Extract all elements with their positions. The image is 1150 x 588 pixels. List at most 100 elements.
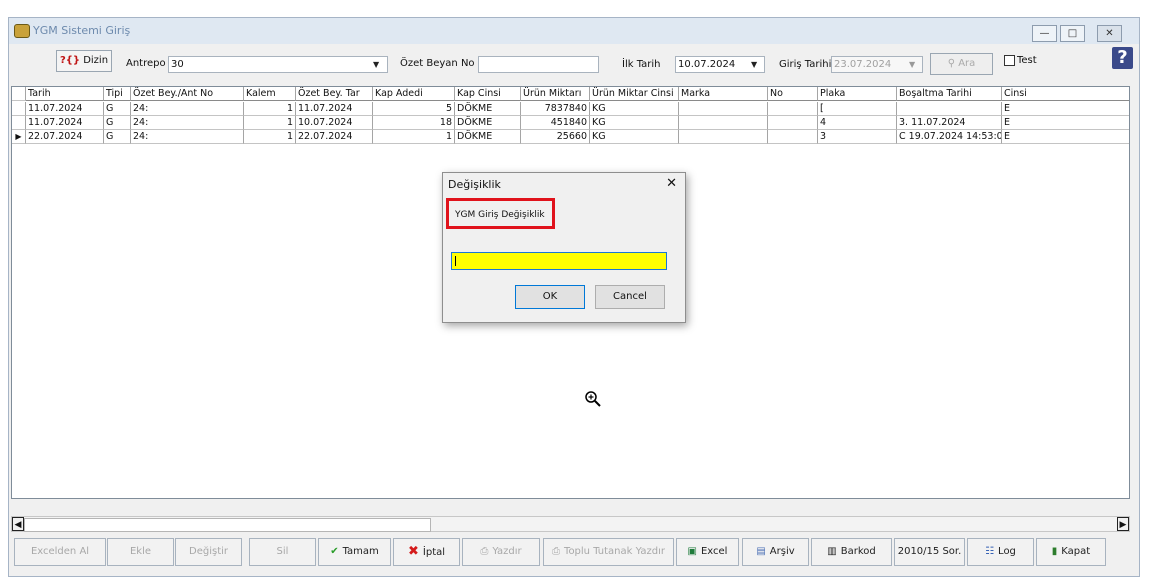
- table-cell[interactable]: 5: [373, 102, 455, 116]
- column-header[interactable]: Kap Adedi: [373, 87, 455, 101]
- ilk-tarih-dropdown-icon[interactable]: ▼: [751, 60, 757, 69]
- ozet-beyan-input[interactable]: [478, 56, 599, 73]
- table-cell[interactable]: 3. 11.07.2024: [897, 116, 1002, 130]
- help-icon[interactable]: ?: [1112, 47, 1133, 69]
- table-cell[interactable]: 10.07.2024: [296, 116, 373, 130]
- table-cell[interactable]: [768, 116, 818, 130]
- column-header[interactable]: No: [768, 87, 818, 101]
- row-indicator[interactable]: ▶: [12, 130, 26, 144]
- test-checkbox[interactable]: [1004, 55, 1015, 66]
- table-row[interactable]: ▶ 22.07.2024 G 24: 1 22.07.2024 1 DÖKME 25660 KG 3…: [12, 130, 1129, 144]
- table-cell[interactable]: 25660: [521, 130, 590, 144]
- table-cell[interactable]: [897, 102, 1002, 116]
- table-cell[interactable]: G: [104, 116, 131, 130]
- table-cell[interactable]: G: [104, 102, 131, 116]
- log-button[interactable]: ☷ Log: [967, 538, 1034, 566]
- dizin-button[interactable]: ?{} Dizin: [56, 50, 112, 72]
- tamam-button[interactable]: ✔ Tamam: [318, 538, 391, 566]
- ozet-beyan-label: Özet Beyan No: [400, 58, 475, 69]
- checkmark-icon: ✔: [330, 546, 339, 557]
- scroll-thumb[interactable]: [24, 518, 431, 532]
- ekle-button[interactable]: Ekle: [107, 538, 174, 566]
- sil-button[interactable]: Sil: [249, 538, 316, 566]
- grid-header-row: Tarih Tipi Özet Bey./Ant No Kalem Özet Bey. …: [12, 87, 1129, 101]
- table-cell[interactable]: 11.07.2024: [296, 102, 373, 116]
- table-cell[interactable]: 22.07.2024: [296, 130, 373, 144]
- column-header[interactable]: Kap Cinsi: [455, 87, 521, 101]
- table-cell[interactable]: [768, 102, 818, 116]
- table-cell[interactable]: 11.07.2024: [26, 102, 104, 116]
- table-cell[interactable]: [679, 102, 768, 116]
- table-cell[interactable]: KG: [590, 116, 679, 130]
- column-header[interactable]: Özet Bey./Ant No: [131, 87, 244, 101]
- table-cell[interactable]: C 19.07.2024 14:53:00: [897, 130, 1002, 144]
- minimize-button[interactable]: —: [1032, 25, 1057, 42]
- ok-button[interactable]: OK: [515, 285, 585, 309]
- table-cell[interactable]: DÖKME: [455, 102, 521, 116]
- table-cell[interactable]: [768, 130, 818, 144]
- excelden-al-button[interactable]: Excelden Al: [14, 538, 106, 566]
- column-header[interactable]: Cinsi: [1002, 87, 1129, 101]
- column-header[interactable]: Tarih: [26, 87, 104, 101]
- scroll-left-icon[interactable]: ◀: [12, 517, 24, 531]
- table-cell[interactable]: G: [104, 130, 131, 144]
- kapat-button[interactable]: ▮ Kapat: [1036, 538, 1106, 566]
- row-indicator[interactable]: [12, 116, 26, 130]
- table-cell[interactable]: [679, 130, 768, 144]
- column-header[interactable]: Ürün Miktarı: [521, 87, 590, 101]
- table-row[interactable]: 11.07.2024 G 24: 1 11.07.2024 5 DÖKME 7837840 KG…: [12, 102, 1129, 116]
- antrepo-dropdown-icon[interactable]: ▼: [373, 60, 379, 69]
- column-header[interactable]: Kalem: [244, 87, 296, 101]
- table-cell[interactable]: 3: [818, 130, 897, 144]
- row-indicator[interactable]: [12, 102, 26, 116]
- antrepo-select[interactable]: 30: [168, 56, 388, 73]
- maximize-button[interactable]: □: [1060, 25, 1085, 42]
- column-header[interactable]: Boşaltma Tarihi: [897, 87, 1002, 101]
- zoom-cursor-icon: [585, 391, 601, 407]
- table-cell[interactable]: 24:: [131, 130, 244, 144]
- table-row[interactable]: 11.07.2024 G 24: 1 10.07.2024 18 DÖKME 451840 KG…: [12, 116, 1129, 130]
- table-cell[interactable]: E: [1002, 130, 1129, 144]
- scroll-right-icon[interactable]: ▶: [1117, 517, 1129, 531]
- table-cell[interactable]: E: [1002, 102, 1129, 116]
- table-cell[interactable]: 451840: [521, 116, 590, 130]
- table-cell[interactable]: KG: [590, 102, 679, 116]
- degistir-button[interactable]: Değiştir: [175, 538, 242, 566]
- column-header[interactable]: Ürün Miktar Cinsi: [590, 87, 679, 101]
- column-header[interactable]: Tipi: [104, 87, 131, 101]
- table-cell[interactable]: 7837840: [521, 102, 590, 116]
- excel-button[interactable]: ▣ Excel: [676, 538, 739, 566]
- horizontal-scrollbar[interactable]: ◀ ▶: [11, 516, 1130, 532]
- barkod-button[interactable]: ▥ Barkod: [811, 538, 892, 566]
- sor-button[interactable]: 2010/15 Sor.: [894, 538, 965, 566]
- close-button[interactable]: ✕: [1097, 25, 1122, 42]
- table-cell[interactable]: 11.07.2024: [26, 116, 104, 130]
- arsiv-button[interactable]: ▤ Arşiv: [742, 538, 809, 566]
- dialog-input[interactable]: [451, 252, 667, 270]
- column-header[interactable]: Özet Bey. Tar: [296, 87, 373, 101]
- table-cell[interactable]: 1: [244, 130, 296, 144]
- table-cell[interactable]: KG: [590, 130, 679, 144]
- dialog-close-icon[interactable]: ✕: [666, 176, 677, 191]
- table-cell[interactable]: 1: [373, 130, 455, 144]
- iptal-button[interactable]: ✖ İptal: [393, 538, 460, 566]
- table-cell[interactable]: E: [1002, 116, 1129, 130]
- table-cell[interactable]: 18: [373, 116, 455, 130]
- table-cell[interactable]: DÖKME: [455, 116, 521, 130]
- table-cell[interactable]: [679, 116, 768, 130]
- table-cell[interactable]: 24:: [131, 102, 244, 116]
- yazdir-button[interactable]: ⎙ Yazdır: [462, 538, 540, 566]
- toplu-tutanak-button[interactable]: ⎙ Toplu Tutanak Yazdır: [543, 538, 674, 566]
- cancel-button[interactable]: Cancel: [595, 285, 665, 309]
- column-header[interactable]: Plaka: [818, 87, 897, 101]
- table-cell[interactable]: 22.07.2024: [26, 130, 104, 144]
- table-cell[interactable]: 4: [818, 116, 897, 130]
- table-cell[interactable]: [: [818, 102, 897, 116]
- table-cell[interactable]: 1: [244, 116, 296, 130]
- row-indicator[interactable]: [12, 87, 26, 101]
- table-cell[interactable]: DÖKME: [455, 130, 521, 144]
- table-cell[interactable]: 1: [244, 102, 296, 116]
- dialog-title: Değişiklik: [448, 178, 501, 191]
- column-header[interactable]: Marka: [679, 87, 768, 101]
- table-cell[interactable]: 24:: [131, 116, 244, 130]
